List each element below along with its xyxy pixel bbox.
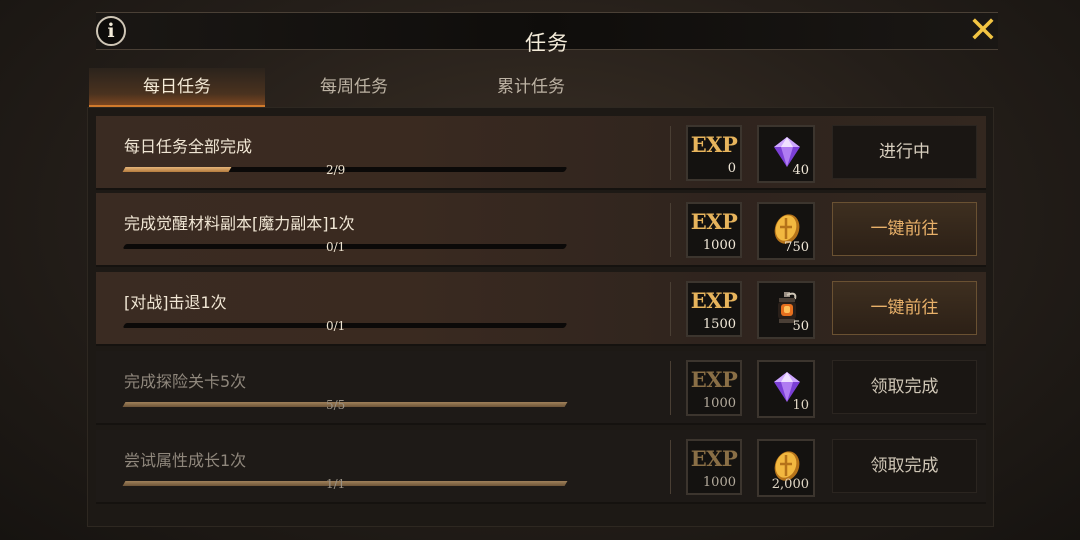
go-button[interactable]: 一键前往 — [832, 281, 977, 335]
progress-fill — [122, 167, 232, 172]
progress-fill — [122, 244, 126, 249]
exp-reward[interactable]: EXP 1000 — [686, 360, 742, 416]
item-quantity: 2,000 — [771, 477, 809, 492]
item-reward[interactable]: 40 — [757, 125, 815, 183]
task-row: 尝试属性成长1次 1/1 EXP 1000 2,000 领取完成 — [96, 430, 986, 504]
page-title: 任务 — [525, 31, 569, 55]
progress-text: 0/1 — [326, 319, 346, 333]
task-row: 每日任务全部完成 2/9 EXP 0 40 进行中 — [96, 116, 986, 190]
item-reward[interactable]: 750 — [757, 202, 815, 260]
claimed-button[interactable]: 领取完成 — [832, 360, 977, 414]
in-progress-button[interactable]: 进行中 — [832, 125, 977, 179]
exp-reward[interactable]: EXP 1000 — [686, 202, 742, 258]
task-row: 完成觉醒材料副本[魔力副本]1次 0/1 EXP 1000 750 一键前往 — [96, 193, 986, 267]
item-quantity: 50 — [792, 319, 809, 334]
exp-reward[interactable]: EXP 0 — [686, 125, 742, 181]
tab-daily[interactable]: 每日任务 — [89, 68, 265, 108]
progress-fill — [122, 323, 126, 328]
item-quantity: 40 — [792, 163, 809, 178]
progress-text: 2/9 — [326, 163, 346, 177]
item-quantity: 750 — [784, 240, 809, 255]
task-title: 尝试属性成长1次 — [124, 451, 247, 470]
tab-weekly[interactable]: 每周任务 — [266, 68, 442, 108]
exp-value: 1000 — [702, 238, 736, 253]
item-reward[interactable]: 10 — [757, 360, 815, 418]
task-title: 每日任务全部完成 — [124, 137, 253, 156]
exp-reward[interactable]: EXP 1000 — [686, 439, 742, 495]
divider — [670, 126, 671, 180]
task-title: 完成探险关卡5次 — [124, 372, 247, 391]
exp-value: 1000 — [702, 475, 736, 490]
divider — [670, 361, 671, 415]
task-title: 完成觉醒材料副本[魔力副本]1次 — [124, 214, 355, 233]
exp-reward[interactable]: EXP 1500 — [686, 281, 742, 337]
exp-value: 0 — [727, 161, 736, 176]
divider — [670, 282, 671, 336]
item-quantity: 10 — [792, 398, 809, 413]
exp-value: 1000 — [702, 396, 736, 411]
task-row: 完成探险关卡5次 5/5 EXP 1000 10 领取完成 — [96, 351, 986, 425]
exp-label: EXP — [690, 288, 738, 313]
divider — [670, 440, 671, 494]
item-reward[interactable]: 50 — [757, 281, 815, 339]
task-list: 每日任务全部完成 2/9 EXP 0 40 进行中 完成觉醒材料副本[魔力副本]… — [87, 107, 994, 527]
progress-text: 5/5 — [326, 398, 346, 412]
exp-label: EXP — [690, 446, 738, 471]
close-button[interactable]: ✕ — [966, 13, 1000, 49]
exp-label: EXP — [690, 209, 738, 234]
exp-value: 1500 — [702, 317, 736, 332]
exp-label: EXP — [690, 132, 738, 157]
tab-cumulative[interactable]: 累计任务 — [443, 68, 619, 108]
exp-label: EXP — [690, 367, 738, 392]
item-reward[interactable]: 2,000 — [757, 439, 815, 497]
progress-text: 0/1 — [326, 240, 346, 254]
go-button[interactable]: 一键前往 — [832, 202, 977, 256]
task-title: [对战]击退1次 — [124, 293, 227, 312]
info-button[interactable]: i — [96, 16, 126, 46]
claimed-button[interactable]: 领取完成 — [832, 439, 977, 493]
title-bar: 任务 — [96, 12, 998, 55]
tab-bar: 每日任务 每周任务 累计任务 — [89, 68, 709, 108]
progress-text: 1/1 — [326, 477, 346, 491]
task-row: [对战]击退1次 0/1 EXP 1500 50 一键前往 — [96, 272, 986, 346]
divider — [670, 203, 671, 257]
